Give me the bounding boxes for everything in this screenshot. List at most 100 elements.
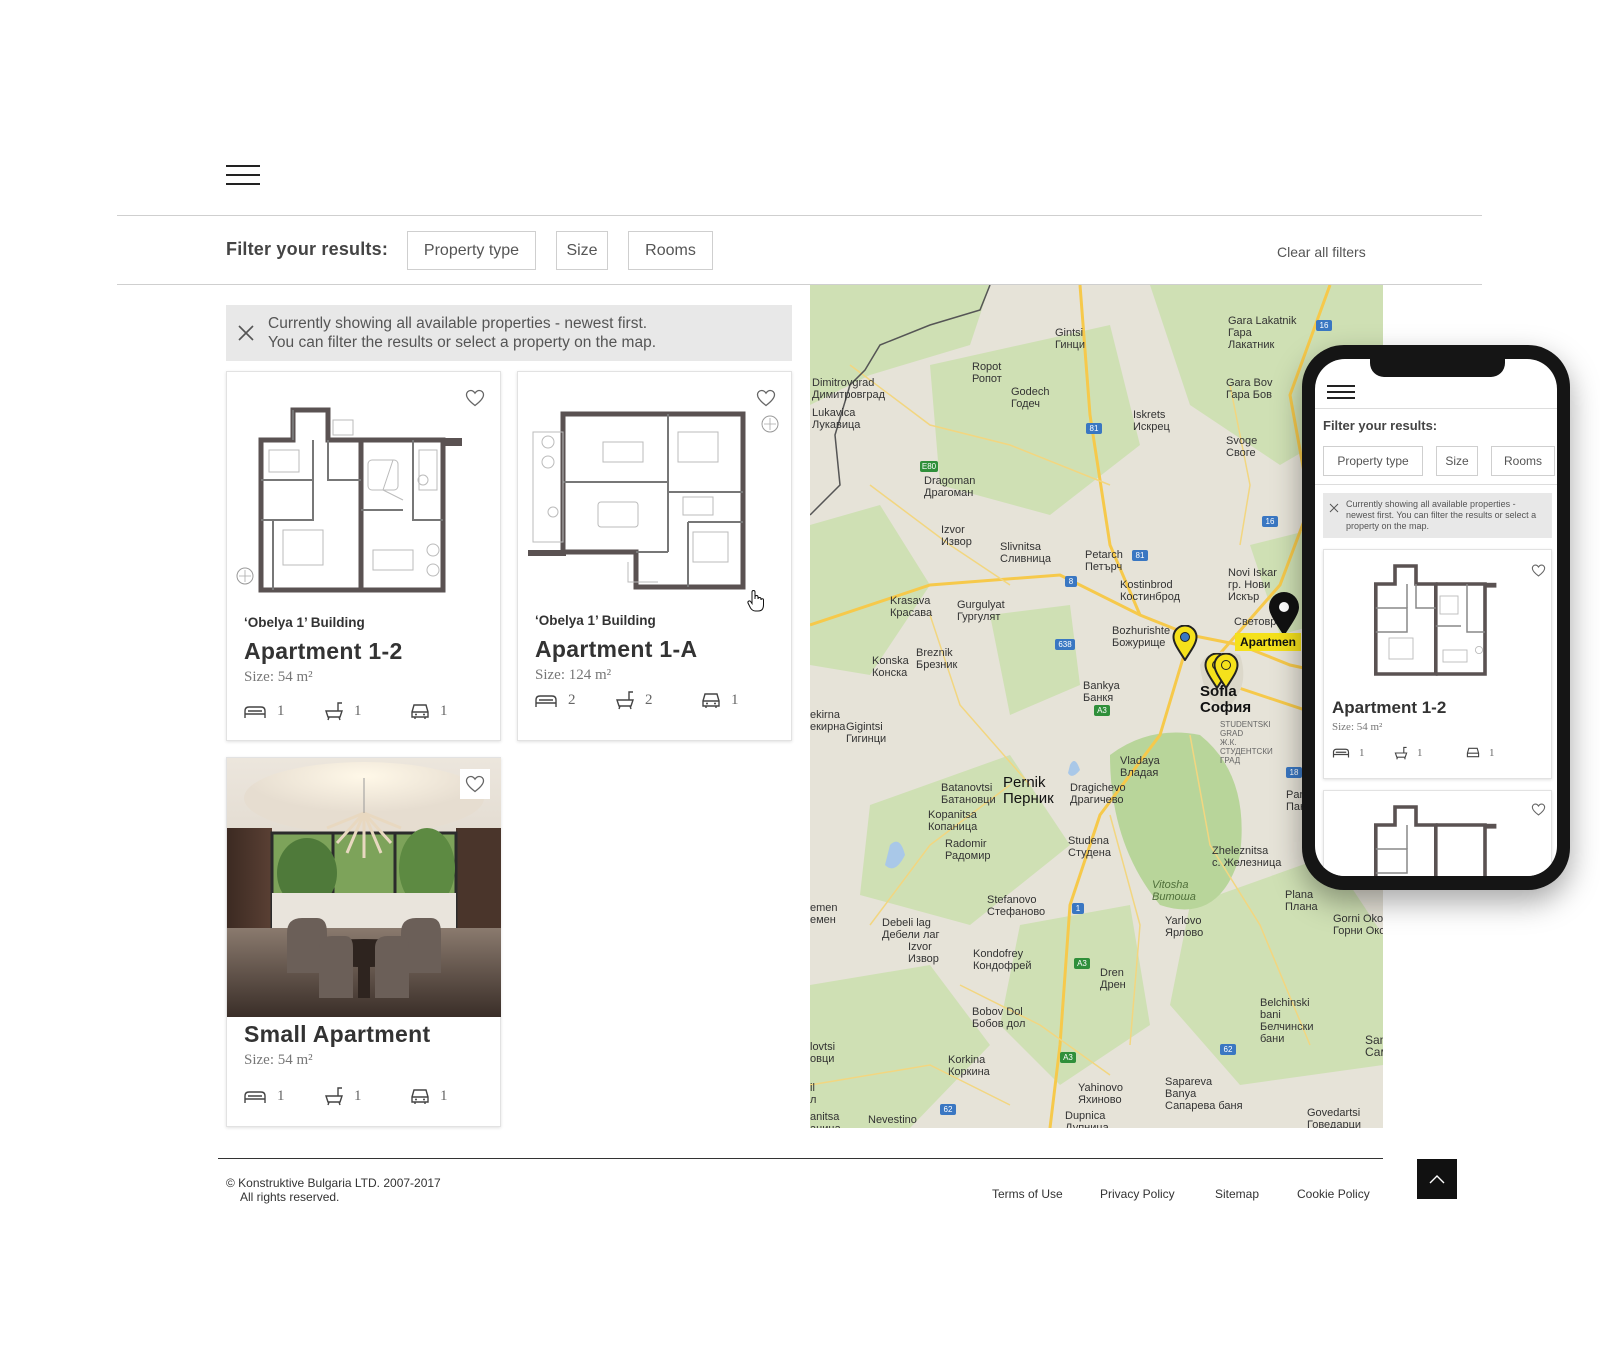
map-label-kostinbrod: Kostinbrod Костинброд	[1120, 579, 1180, 603]
map-label-bankya: Bankya Банкя	[1083, 680, 1120, 704]
bed-icon	[244, 1090, 266, 1103]
mobile-listing-card[interactable]: Apartment 1-2 Size: 54 m² 1 1 1	[1323, 549, 1552, 779]
car-icon	[411, 704, 429, 719]
mobile-listing-title[interactable]: Apartment 1-2	[1332, 698, 1446, 718]
mobile-listing-card[interactable]	[1323, 790, 1552, 876]
map-label-sam: Sam Сам	[1365, 1033, 1383, 1059]
car-icon	[702, 693, 720, 708]
hand-cursor-icon	[747, 589, 765, 617]
bathtub-icon	[616, 691, 634, 710]
mobile-hamburger-menu-icon[interactable]	[1327, 385, 1355, 401]
map-label-gintsi: Gintsi Гинци	[1055, 327, 1086, 351]
mobile-header-divider	[1315, 408, 1557, 409]
map-label-gara-lakatnik: Gara Lakatnik Гара Лакатник	[1228, 315, 1297, 351]
filter-rooms[interactable]: Rooms	[628, 231, 713, 270]
bathtub-icon	[325, 702, 343, 721]
listing-title[interactable]: Apartment 1-2	[244, 638, 403, 665]
bedrooms-count: 1	[243, 1088, 285, 1105]
results-notice: Currently showing all available properti…	[226, 305, 792, 361]
map-label-vitosha: Vitosha Витоша	[1152, 879, 1196, 903]
map-label-izvor: Izvor Извор	[941, 524, 972, 548]
footer-link-cookies[interactable]: Cookie Policy	[1297, 1187, 1370, 1201]
bathrooms-value: 1	[354, 702, 362, 719]
mobile-results-notice: Currently showing all available properti…	[1323, 493, 1552, 538]
mobile-filter-label: Filter your results:	[1323, 418, 1438, 433]
bathrooms-value: 1	[354, 1087, 362, 1104]
road-badge: 81	[1086, 423, 1102, 434]
listing-size: Size: 54 m²	[244, 669, 313, 685]
map-label-dimitrovgrad: Dimitrovgrad Димитровград	[812, 377, 886, 401]
road-badge: A3	[1074, 958, 1090, 969]
clear-all-filters-link[interactable]: Clear all filters	[1277, 244, 1366, 260]
parking-value: 1	[731, 691, 739, 708]
parking-count: 1	[410, 1087, 448, 1105]
notice-line-2: You can filter the results or select a p…	[268, 334, 656, 351]
map-label-svoge: Svoge Своге	[1226, 435, 1258, 459]
map-label-gara-bov: Gara Bov Гара Бов	[1226, 377, 1273, 401]
heart-icon[interactable]	[1528, 560, 1548, 580]
map-label-krasava: Krasava Красава	[890, 595, 933, 619]
bathtub-icon	[1394, 746, 1408, 760]
map-label-dren: Dren Дрен	[1100, 967, 1126, 991]
mobile-filter-rooms[interactable]: Rooms	[1491, 446, 1555, 476]
back-to-top-button[interactable]	[1417, 1159, 1457, 1199]
map-label-gorni-okol: Gorni Oko Горни Око	[1333, 913, 1383, 937]
map-label-gurgulyat: Gurgulyat Гургулят	[957, 599, 1005, 623]
listing-title[interactable]: Small Apartment	[244, 1021, 430, 1048]
hamburger-menu-icon[interactable]	[226, 165, 260, 185]
map-label-zheleznitsa: Zheleznitsa с. Железница	[1212, 845, 1282, 869]
mobile-filter-property-type[interactable]: Property type	[1323, 446, 1423, 476]
road-badge: E80	[920, 461, 938, 472]
notice-line-1: Currently showing all available properti…	[268, 315, 648, 332]
map-label-bozhurishte: Bozhurishte Божурище	[1112, 625, 1171, 649]
bed-icon	[244, 705, 266, 718]
listing-card[interactable]: ‘Obelya 1’ Building Apartment 1-2 Size: …	[226, 371, 501, 741]
bathrooms-count: 2	[615, 690, 653, 710]
road-badge: 18	[1286, 767, 1302, 778]
mobile-filter-size[interactable]: Size	[1436, 446, 1478, 476]
notice-text: Currently showing all available properti…	[268, 314, 656, 352]
map-label-ropot: Ropot Ропот	[972, 361, 1002, 385]
footer-link-sitemap[interactable]: Sitemap	[1215, 1187, 1259, 1201]
map-label-belchinski: Belchinski bani Белчински бани	[1260, 997, 1314, 1045]
copyright-line-1: © Konstruktive Bulgaria LTD. 2007-2017	[226, 1176, 441, 1190]
filter-property-type[interactable]: Property type	[407, 231, 536, 270]
footer-link-privacy[interactable]: Privacy Policy	[1100, 1187, 1175, 1201]
map-label-petarch: Petarch Петърч	[1085, 549, 1123, 573]
bathtub-icon	[325, 1087, 343, 1106]
map-label-yahinovo: Yahinovo Яхиново	[1078, 1082, 1124, 1106]
bathrooms-count: 1	[324, 1086, 362, 1106]
bedrooms-count: 1	[243, 703, 285, 720]
mobile-parking-count: 1	[1466, 746, 1495, 759]
parking-value: 1	[440, 702, 448, 719]
close-icon[interactable]	[1329, 500, 1339, 513]
bedrooms-value: 2	[568, 692, 576, 708]
copyright-line-2: All rights reserved.	[240, 1190, 340, 1204]
map-label-vladaya: Vladaya Владая	[1120, 755, 1160, 779]
map-label-ekirna: ekirna екирна	[810, 709, 846, 733]
road-badge: 81	[1132, 550, 1148, 561]
footer-link-terms[interactable]: Terms of Use	[992, 1187, 1063, 1201]
filter-size[interactable]: Size	[556, 231, 608, 270]
heart-icon[interactable]	[460, 769, 490, 799]
heart-icon[interactable]	[1528, 799, 1548, 819]
map-label-breznik: Breznik Брезник	[916, 647, 958, 671]
map-marker-callout[interactable]: Apartmen	[1235, 633, 1302, 651]
map-label-radomir: Radomir Радомир	[945, 838, 991, 862]
map-label-konska: Konska Конска	[872, 655, 909, 679]
road-badge: 638	[1055, 639, 1075, 650]
floor-plan-image	[528, 402, 783, 607]
property-map[interactable]: Gintsi Гинци Gara Lakatnik Гара Лакатник…	[810, 285, 1383, 1128]
phone-notch	[1370, 359, 1505, 377]
listing-card[interactable]: ‘Obelya 1’ Building Apartment 1-A Size: …	[517, 371, 792, 741]
bed-icon	[535, 694, 557, 707]
close-icon[interactable]	[236, 323, 256, 343]
mobile-preview-device: Filter your results: Property type Size …	[1302, 345, 1570, 890]
map-label-sapareva-banya: Sapareva Banya Сапарева баня	[1165, 1076, 1243, 1112]
listing-card[interactable]: Small Apartment Size: 54 m² 1 1 1	[226, 757, 501, 1127]
map-label-kondofrey: Kondofrey Кондофрей	[973, 948, 1032, 972]
map-label-anitsa: anitsa аница	[810, 1111, 841, 1128]
building-name: ‘Obelya 1’ Building	[244, 615, 365, 630]
listing-title[interactable]: Apartment 1-A	[535, 636, 697, 663]
mobile-parking-value: 1	[1489, 746, 1495, 759]
